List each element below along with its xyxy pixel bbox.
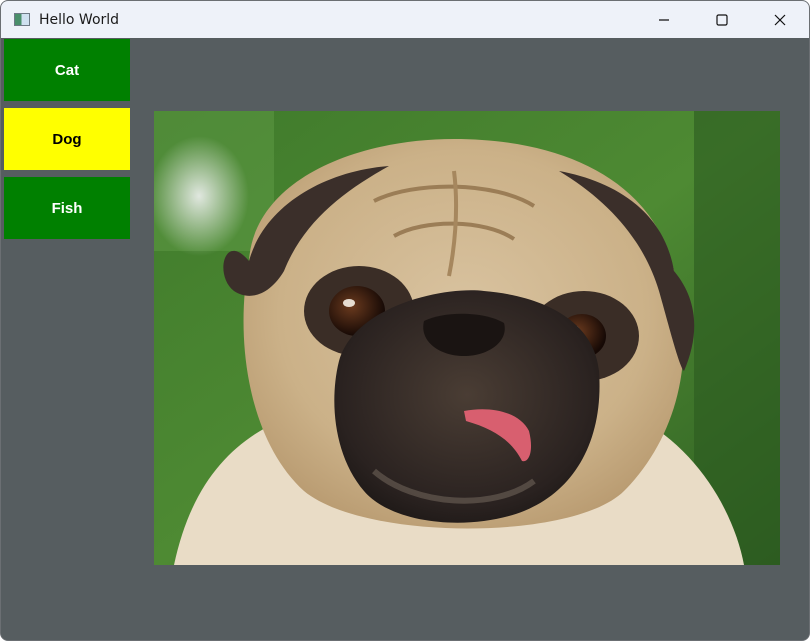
title-bar[interactable]: Hello World <box>1 1 809 38</box>
window-controls <box>635 1 809 38</box>
app-icon <box>14 13 30 26</box>
dog-button[interactable]: Dog <box>4 108 130 170</box>
maximize-icon <box>716 13 728 26</box>
minimize-icon <box>659 18 669 21</box>
pug-photo <box>154 111 780 565</box>
fish-button[interactable]: Fish <box>4 177 130 239</box>
content-area: Cat Dog Fish <box>1 38 809 640</box>
pug-image <box>154 111 780 565</box>
minimize-button[interactable] <box>635 1 693 38</box>
close-icon <box>774 14 786 25</box>
app-window: Hello World Cat Dog Fish <box>0 0 810 641</box>
window-title: Hello World <box>39 11 120 28</box>
cat-button[interactable]: Cat <box>4 39 130 101</box>
maximize-button[interactable] <box>693 1 751 38</box>
close-button[interactable] <box>751 1 809 38</box>
